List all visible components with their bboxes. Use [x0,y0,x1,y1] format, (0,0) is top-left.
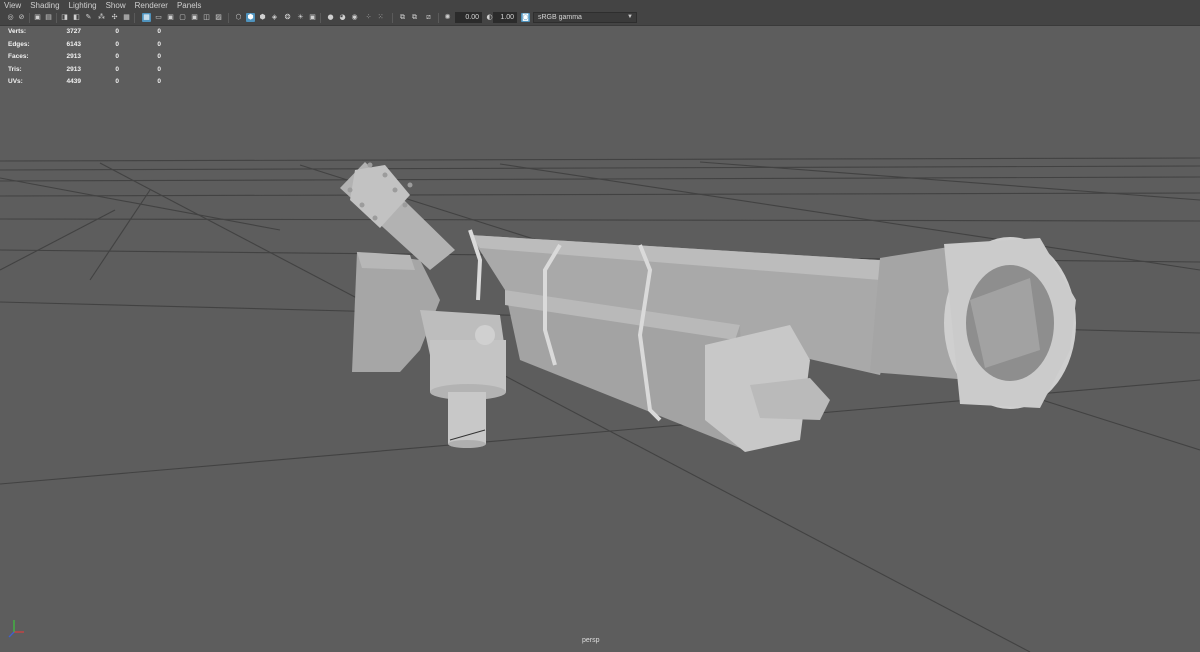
smooth-shade-icon[interactable]: ▨ [214,13,223,22]
hud-value: 0 [157,28,161,35]
toolbar-separator [29,13,30,23]
hardware-fog-icon[interactable]: ◉ [350,13,359,22]
image-plane-icon[interactable]: ▤ [44,13,53,22]
use-lights-icon[interactable]: ⬢ [258,13,267,22]
camera-select-icon[interactable]: ◎ [6,13,15,22]
hud-value: 2913 [66,53,81,60]
hud-label: Tris: [8,65,22,73]
grid-icon[interactable]: ▦ [142,13,151,22]
hud-value: 4439 [66,78,81,85]
camera-attributes-icon[interactable]: ◨ [60,13,69,22]
hud-value: 2913 [66,65,81,73]
exposure-field[interactable]: 0.00 [455,12,482,23]
panel-menu-bar: View Shading Lighting Show Renderer Pane… [0,0,1200,11]
ambient-occlusion-icon[interactable]: ❂ [283,13,292,22]
lock-camera-icon[interactable]: ⊘ [17,13,26,22]
wireframe-icon[interactable]: ◫ [202,13,211,22]
toolbar-separator [56,13,57,23]
wireframe-on-shaded-icon[interactable]: ⬡ [234,13,243,22]
anti-aliasing-icon[interactable]: ▣ [308,13,317,22]
toolbar-separator [320,13,321,23]
hud-value: 0 [115,78,119,85]
menu-renderer[interactable]: Renderer [131,0,173,11]
field-chart-icon[interactable]: ▢ [178,13,187,22]
screen-space-ao-icon[interactable]: ◕ [338,13,347,22]
safe-action-icon[interactable]: ▭ [154,13,163,22]
perspective-viewport[interactable] [0,26,1200,652]
toolbar-separator [438,13,439,23]
menu-shading[interactable]: Shading [26,0,64,11]
gate-mask-icon[interactable]: ▣ [166,13,175,22]
hud-value: 0 [115,28,119,35]
panel-toolbar: ◎ ⊘ ▣ ▤ ◨ ◧ ✎ ⁂ ✣ ▦ ▦ ▭ ▣ ▢ ▣ ◫ ▨ ⬡ ⬢ ⬢ … [0,11,1200,26]
color-management-toggle-icon[interactable]: ⧄ [424,13,433,22]
menu-panels[interactable]: Panels [173,0,206,11]
color-management-icon[interactable]: ◙ [521,13,530,22]
move-icon[interactable]: ✣ [110,13,119,22]
hud-value: 0 [157,78,161,85]
menu-view[interactable]: View [0,0,26,11]
hud-value: 0 [157,40,161,48]
poly-count-hud: Verts: 3727 0 0 Edges: 6143 0 0 Faces: 2… [8,26,161,89]
hud-row-tris: Tris: 2913 0 0 [8,64,161,77]
hud-value: 0 [157,53,161,60]
toolbar-separator [228,13,229,23]
hud-value: 0 [157,65,161,73]
menu-lighting[interactable]: Lighting [65,0,102,11]
view-transform-dropdown[interactable]: sRGB gamma ▼ [533,12,637,23]
resolution-gate-icon[interactable]: ▦ [122,13,131,22]
safe-title-icon[interactable]: ▣ [190,13,199,22]
toolbar-separator [134,13,135,23]
motion-blur-icon[interactable]: ☀ [296,13,305,22]
hud-row-verts: Verts: 3727 0 0 [8,26,161,39]
view-transform-value: sRGB gamma [538,14,582,21]
snap-icon[interactable]: ⁂ [97,13,106,22]
textured-icon[interactable]: ⬢ [246,13,255,22]
exposure-icon[interactable]: ✺ [443,13,452,22]
depth-of-field-icon[interactable]: ● [326,13,335,22]
chevron-down-icon: ▼ [627,14,633,20]
film-gate-icon[interactable]: ◧ [72,13,81,22]
hud-label: Verts: [8,28,27,35]
hud-value: 6143 [66,40,81,48]
hud-label: UVs: [8,78,23,85]
hud-label: Faces: [8,53,29,60]
xray-components-icon[interactable]: ⧉ [410,13,419,22]
isolate-select-icon[interactable]: ⁘ [364,13,373,22]
hud-row-edges: Edges: 6143 0 0 [8,39,161,52]
hud-value: 3727 [66,28,81,35]
xray-joints-icon[interactable]: ⧉ [398,13,407,22]
hud-label: Edges: [8,40,30,48]
bookmark-icon[interactable]: ▣ [33,13,42,22]
hud-value: 0 [115,53,119,60]
xray-icon[interactable]: ⁙ [376,13,385,22]
grease-pencil-icon[interactable]: ✎ [84,13,93,22]
shadows-icon[interactable]: ◈ [270,13,279,22]
toolbar-separator [392,13,393,23]
hud-value: 0 [115,65,119,73]
camera-name-label: persp [582,637,600,644]
hud-value: 0 [115,40,119,48]
hud-row-faces: Faces: 2913 0 0 [8,51,161,64]
gamma-field[interactable]: 1.00 [493,12,517,23]
hud-row-uvs: UVs: 4439 0 0 [8,76,161,89]
menu-show[interactable]: Show [102,0,131,11]
